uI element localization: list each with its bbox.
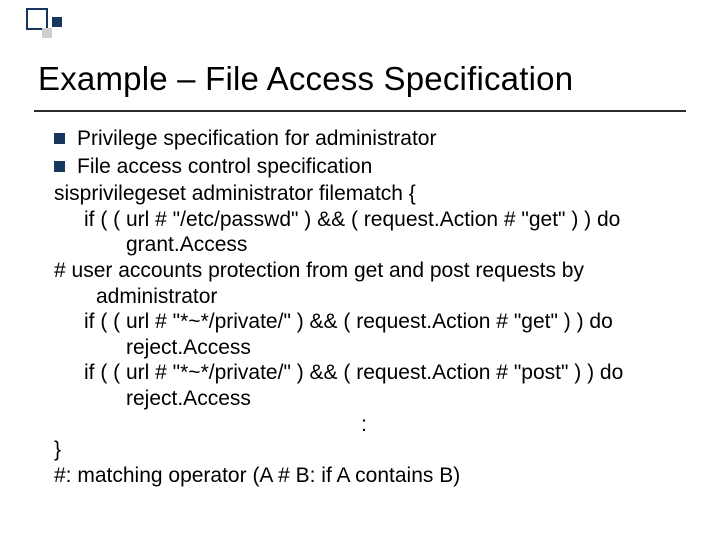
code-line: if ( ( url # "*~*/private/" ) && ( reque… <box>54 309 674 360</box>
bullet-text: File access control specification <box>77 154 372 180</box>
title-underline <box>34 110 686 112</box>
code-line: # user accounts protection from get and … <box>54 258 674 309</box>
bullet-item: Privilege specification for administrato… <box>54 126 674 152</box>
square-light-icon <box>42 28 52 38</box>
code-line: sisprivilegeset administrator filematch … <box>54 181 674 207</box>
bullet-text: Privilege specification for administrato… <box>77 126 436 152</box>
bullet-item: File access control specification <box>54 154 674 180</box>
square-outline-icon <box>26 8 48 30</box>
square-bullet-icon <box>54 161 65 172</box>
square-bullet-icon <box>54 133 65 144</box>
slide: Example – File Access Specification Priv… <box>0 0 720 540</box>
slide-title: Example – File Access Specification <box>38 60 573 98</box>
code-line: if ( ( url # "/etc/passwd" ) && ( reques… <box>54 207 674 258</box>
square-dark-icon <box>52 17 62 27</box>
code-line: if ( ( url # "*~*/private/" ) && ( reque… <box>54 360 674 411</box>
code-line: } <box>54 437 674 463</box>
corner-decoration <box>26 8 96 48</box>
code-line: #: matching operator (A # B: if A contai… <box>54 463 674 489</box>
slide-body: Privilege specification for administrato… <box>54 126 674 489</box>
code-line: : <box>54 412 674 438</box>
